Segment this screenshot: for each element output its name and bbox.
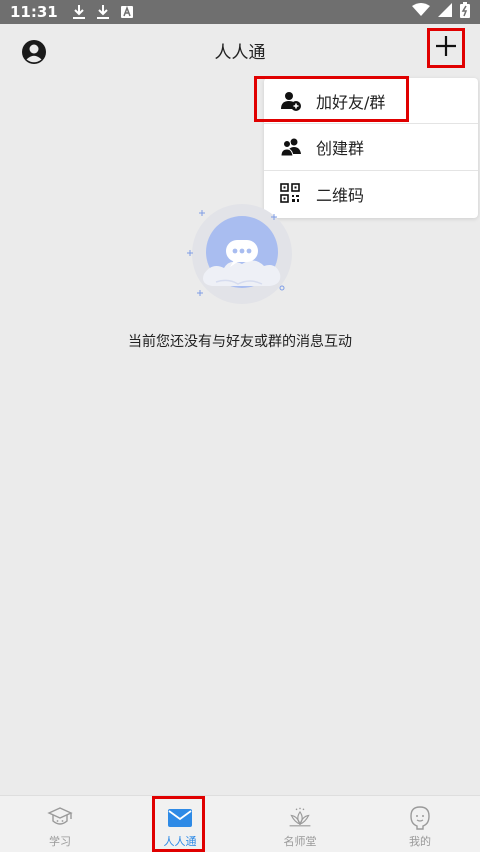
- empty-state-message: 当前您还没有与好友或群的消息互动: [128, 334, 352, 350]
- battery-charging-icon: [460, 2, 470, 22]
- menu-item-label: 创建群: [316, 139, 365, 158]
- add-menu: 加好友/群 创建群 二维码: [264, 78, 478, 218]
- tab-label: 学习: [49, 835, 71, 848]
- menu-item-label: 加好友/群: [316, 93, 386, 112]
- tab-label: 人人通: [163, 835, 197, 848]
- tab-mine[interactable]: 我的: [360, 796, 480, 852]
- wifi-icon: [412, 3, 430, 21]
- status-bar: 11:31: [0, 0, 480, 24]
- lotus-icon: [287, 805, 313, 831]
- graduation-cap-icon: [47, 805, 73, 831]
- tab-renrentong[interactable]: 人人通: [120, 796, 240, 852]
- status-time: 11:31: [10, 3, 58, 21]
- add-button[interactable]: [427, 28, 465, 68]
- menu-item-qr-code[interactable]: 二维码: [264, 171, 478, 217]
- app-notification-icon: [120, 5, 134, 19]
- add-friend-icon: [280, 90, 302, 112]
- top-bar: 人人通: [0, 24, 480, 76]
- create-group-icon: [280, 136, 302, 158]
- menu-item-label: 二维码: [316, 186, 365, 205]
- plus-icon: [434, 34, 458, 62]
- download-icon: [96, 4, 110, 20]
- bottom-tab-bar: 学习 人人通 名师堂 我的: [0, 795, 480, 852]
- tab-label: 我的: [409, 835, 431, 848]
- tab-study[interactable]: 学习: [0, 796, 120, 852]
- empty-chat-illustration-icon: [184, 202, 296, 314]
- tab-label: 名师堂: [283, 835, 317, 848]
- tab-famous-teachers[interactable]: 名师堂: [240, 796, 360, 852]
- menu-item-create-group[interactable]: 创建群: [264, 124, 478, 170]
- signal-icon: [438, 3, 452, 21]
- download-icon: [72, 4, 86, 20]
- menu-item-add-friend[interactable]: 加好友/群: [264, 78, 478, 124]
- mail-icon: [167, 805, 193, 831]
- page-title: 人人通: [214, 43, 266, 63]
- profile-face-icon: [407, 805, 433, 831]
